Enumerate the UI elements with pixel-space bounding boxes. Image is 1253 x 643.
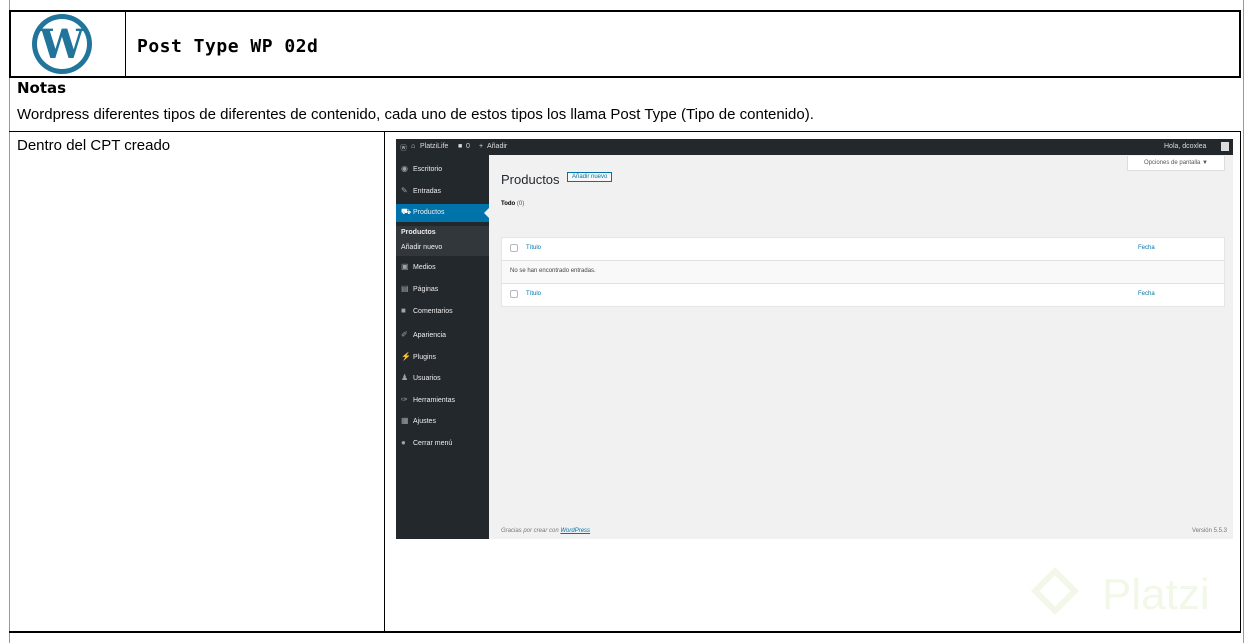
sidebar-item-6: ▤ Páginas: [396, 281, 489, 299]
left-cell-text: Dentro del CPT creado: [17, 137, 171, 154]
products-title: Productos: [501, 172, 560, 187]
comment-icon: ■: [458, 143, 463, 150]
filter-all-count: (0): [516, 201, 525, 207]
sidebar-item-12: ▦ Ajustes: [396, 413, 489, 431]
posts-table: Título Fecha No se han encontrado entrad…: [501, 237, 1225, 307]
cart-icon: ⛟: [401, 207, 412, 216]
sidebar-item-label: Cerrar menú: [413, 440, 453, 447]
wrench-icon: ✑: [401, 395, 408, 404]
logo-cell: W: [11, 12, 126, 76]
sidebar-item-5: ▣ Medios: [396, 259, 489, 277]
page-border-right: [1243, 0, 1244, 643]
table-footer-row: Título Fecha: [502, 284, 1224, 306]
screen-options-button: Opciones de pantalla ▼: [1127, 156, 1225, 171]
plugin-icon: ⚡: [401, 352, 411, 361]
col-date-footer: Fecha: [1138, 291, 1155, 297]
document-page: W Post Type WP 02d Notas Wordpress difer…: [0, 0, 1253, 643]
media-icon: ▣: [401, 262, 409, 271]
platzi-logo-icon: [1030, 566, 1080, 616]
pages-icon: ▤: [401, 284, 409, 293]
add-new-button: Añadir nuevo: [567, 172, 613, 182]
wp-admin-screenshot: ⓦ ⌂ PlatziLife ■ 0 + Añadir Hola, dcoxle…: [396, 139, 1233, 539]
sidebar-item-label: Productos: [413, 209, 445, 216]
header-table: W Post Type WP 02d: [9, 10, 1241, 78]
wordpress-logo-icon: W: [32, 14, 92, 74]
wp-main-area: Opciones de pantalla ▼ Productos Añadir …: [489, 155, 1233, 539]
table-bottom-border: [9, 632, 1241, 633]
sidebar-item-label: Medios: [413, 264, 436, 271]
content-table-divider: [384, 131, 385, 632]
user-greeting: Hola, dcoxlea: [1164, 143, 1207, 150]
col-title-footer: Título: [526, 291, 542, 297]
plus-icon: +: [479, 143, 484, 150]
pin-icon: ✎: [401, 186, 408, 195]
sidebar-item-label: Páginas: [413, 286, 439, 293]
col-title-header: Título: [526, 245, 542, 251]
wp-footer-credit: Gracias por crear con WordPress: [501, 528, 590, 534]
footer-prefix: Gracias por crear con: [501, 528, 561, 534]
settings-icon: ▦: [401, 416, 409, 425]
wp-sidebar: ◉ Escritorio ✎ Entradas ⛟ Productos Productos A…: [396, 155, 489, 539]
sidebar-item-10: ♟ Usuarios: [396, 370, 489, 388]
sidebar-item-label: Comentarios: [413, 308, 453, 315]
notes-text: Wordpress diferentes tipos de diferentes…: [17, 106, 814, 123]
select-all-checkbox-footer: [510, 290, 518, 298]
comment-count: 0: [466, 143, 470, 150]
avatar: [1221, 142, 1229, 151]
sidebar-item-label: Plugins: [413, 354, 436, 361]
wp-admin-bar: ⓦ ⌂ PlatziLife ■ 0 + Añadir Hola, dcoxle…: [396, 139, 1233, 155]
wp-logo-icon: ⓦ: [400, 145, 407, 152]
page-title: Post Type WP 02d: [137, 36, 319, 57]
sidebar-item-1: ✎ Entradas: [396, 183, 489, 201]
watermark-text: Platzi: [1102, 570, 1210, 619]
sidebar-item-3: Productos: [396, 226, 489, 241]
notes-label: Notas: [17, 79, 67, 97]
sidebar-item-label: Apariencia: [413, 332, 447, 339]
sidebar-item-13: ● Cerrar menú: [396, 435, 489, 453]
sidebar-item-2: ⛟ Productos: [396, 204, 489, 222]
sidebar-item-7: ■ Comentarios: [396, 303, 489, 321]
home-icon: ⌂: [411, 143, 416, 150]
platzi-watermark: Platzi: [1030, 566, 1242, 628]
sidebar-item-label: Escritorio: [413, 166, 443, 173]
wordpress-link: WordPress: [560, 528, 591, 534]
dashboard-icon: ◉: [401, 164, 408, 173]
sidebar-item-0: ◉ Escritorio: [396, 161, 489, 179]
users-icon: ♟: [401, 373, 409, 382]
sidebar-item-8: ✐ Apariencia: [396, 327, 489, 345]
sidebar-item-label: Usuarios: [413, 375, 441, 382]
table-empty-row: No se han encontrado entradas.: [502, 261, 1224, 284]
empty-message: No se han encontrado entradas.: [510, 268, 596, 274]
col-date-header: Fecha: [1138, 245, 1155, 251]
filter-all-label: Todo: [501, 201, 516, 207]
sidebar-item-label: Entradas: [413, 188, 442, 195]
brush-icon: ✐: [401, 330, 408, 339]
sidebar-item-4: Añadir nuevo: [396, 241, 489, 256]
sidebar-item-label: Añadir nuevo: [401, 244, 443, 251]
sidebar-item-label: Herramientas: [413, 397, 456, 404]
sidebar-item-label: Productos: [401, 229, 436, 236]
add-menu: Añadir: [487, 143, 508, 150]
collapse-icon: ●: [401, 438, 406, 447]
table-header-row: Título Fecha: [502, 238, 1224, 261]
sidebar-item-11: ✑ Herramientas: [396, 392, 489, 410]
sidebar-item-label: Ajustes: [413, 418, 436, 425]
wp-version: Versión 5.5.3: [1191, 528, 1227, 534]
filter-all: Todo (0): [501, 201, 524, 207]
sidebar-item-9: ⚡ Plugins: [396, 349, 489, 367]
select-all-checkbox: [510, 244, 518, 252]
site-name: PlatziLife: [420, 143, 449, 150]
comments-icon: ■: [401, 306, 406, 315]
